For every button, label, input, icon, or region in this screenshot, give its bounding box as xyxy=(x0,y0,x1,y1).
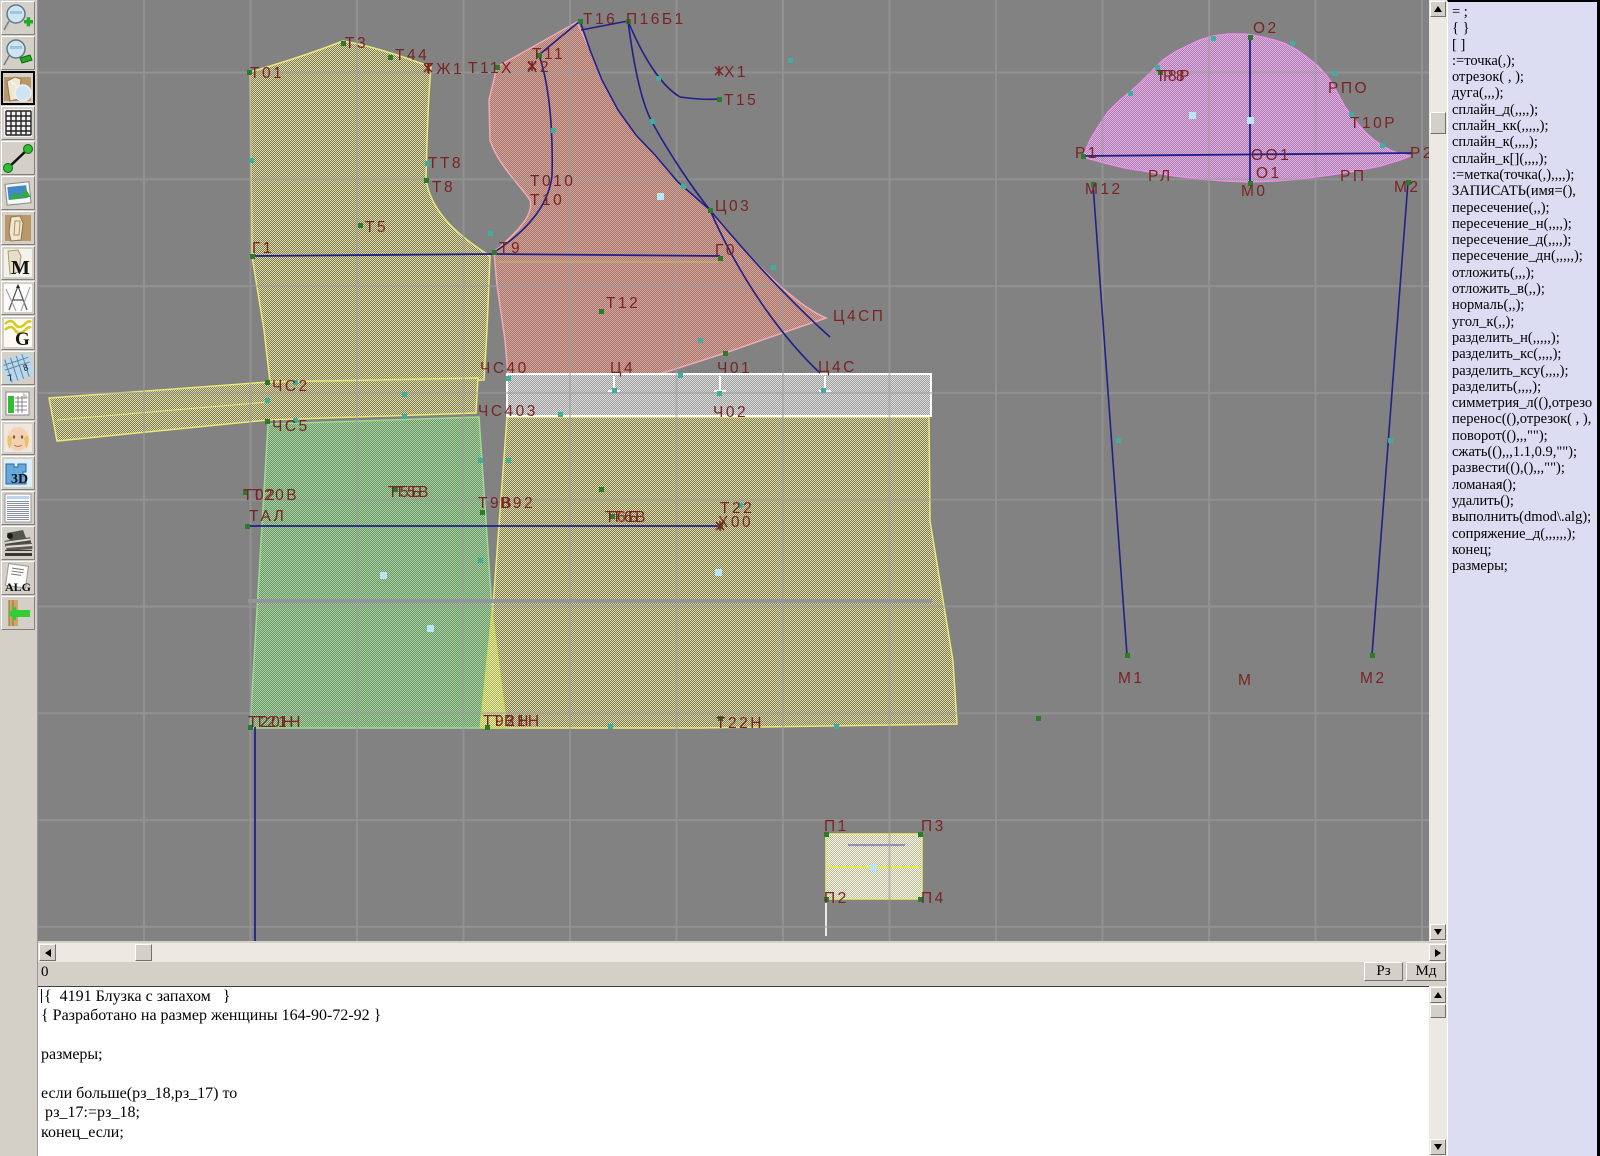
svg-text:Ц4: Ц4 xyxy=(610,360,635,377)
svg-text:Т3: Т3 xyxy=(345,35,368,52)
svg-text:M: M xyxy=(11,257,30,278)
svg-text:ОО1: ОО1 xyxy=(1251,147,1291,164)
svg-text:М2: М2 xyxy=(1360,670,1387,687)
svg-text:Ц03: Ц03 xyxy=(715,198,751,215)
svg-text:О1: О1 xyxy=(1256,165,1282,182)
svg-text:РЛ: РЛ xyxy=(1148,168,1173,185)
svg-text:РП: РП xyxy=(1340,168,1366,185)
svg-text:Х1: Х1 xyxy=(724,64,748,81)
svg-text:ТТ8: ТТ8 xyxy=(428,155,463,172)
svg-text:П1: П1 xyxy=(824,818,849,835)
svg-text:Т9: Т9 xyxy=(499,240,522,257)
svg-text:М12: М12 xyxy=(1085,181,1123,198)
svg-text:ТАЛ: ТАЛ xyxy=(249,508,286,525)
svg-text:ЧС2: ЧС2 xyxy=(272,378,310,395)
svg-text:Т5В: Т5В xyxy=(395,484,431,501)
svg-text:М1: М1 xyxy=(1118,670,1145,687)
svg-text:G: G xyxy=(15,329,30,348)
svg-text:М: М xyxy=(1238,672,1253,689)
svg-text:Т10: Т10 xyxy=(530,192,564,209)
svg-text:Ц4СП: Ц4СП xyxy=(833,308,885,325)
svg-text:О2: О2 xyxy=(1253,20,1279,37)
svg-text:Т16: Т16 xyxy=(583,11,617,28)
svg-text:Т010: Т010 xyxy=(530,173,575,190)
svg-text:Р2: Р2 xyxy=(1410,145,1429,162)
svg-text:Т20В: Т20В xyxy=(252,487,299,504)
svg-text:Ч02: Ч02 xyxy=(713,404,748,421)
svg-text:Т21Н: Т21Н xyxy=(255,714,303,731)
svg-text:Ч01: Ч01 xyxy=(717,360,752,377)
svg-text:РПО: РПО xyxy=(1328,80,1369,97)
svg-text:П4: П4 xyxy=(921,890,946,907)
svg-text:Т15: Т15 xyxy=(724,92,758,109)
svg-text:Т01: Т01 xyxy=(250,65,284,82)
svg-text:Т11: Т11 xyxy=(532,46,565,63)
svg-text:Т22Н: Т22Н xyxy=(716,715,764,732)
svg-text:ЧС403: ЧС403 xyxy=(478,403,538,420)
svg-text:П2: П2 xyxy=(824,890,849,907)
svg-text:Г0: Г0 xyxy=(715,242,737,259)
svg-text:3D: 3D xyxy=(11,472,28,487)
svg-text:В92: В92 xyxy=(500,495,535,512)
svg-text:ТВ1Н: ТВ1Н xyxy=(492,713,542,730)
svg-text:Т12: Т12 xyxy=(606,295,640,312)
svg-text:Р8: Р8 xyxy=(1163,68,1187,85)
svg-text:ALG: ALG xyxy=(5,580,31,593)
svg-text:Т8: Т8 xyxy=(432,179,455,196)
svg-text:Т6В: Т6В xyxy=(612,509,648,526)
svg-text:ЧС5: ЧС5 xyxy=(272,418,310,435)
svg-text:Ц4С: Ц4С xyxy=(818,359,857,376)
svg-text:ЧС40: ЧС40 xyxy=(480,360,529,377)
svg-text:Т11Х: Т11Х xyxy=(468,60,514,77)
svg-text:П3: П3 xyxy=(921,818,946,835)
svg-text:М2: М2 xyxy=(1394,179,1421,196)
svg-text:Т10Р: Т10Р xyxy=(1350,115,1397,132)
svg-text:Г1: Г1 xyxy=(252,240,274,257)
svg-text:Т5: Т5 xyxy=(365,219,388,236)
svg-text:Р1: Р1 xyxy=(1075,145,1099,162)
svg-text:М0: М0 xyxy=(1241,183,1268,200)
svg-text:П16Б1: П16Б1 xyxy=(626,11,686,28)
